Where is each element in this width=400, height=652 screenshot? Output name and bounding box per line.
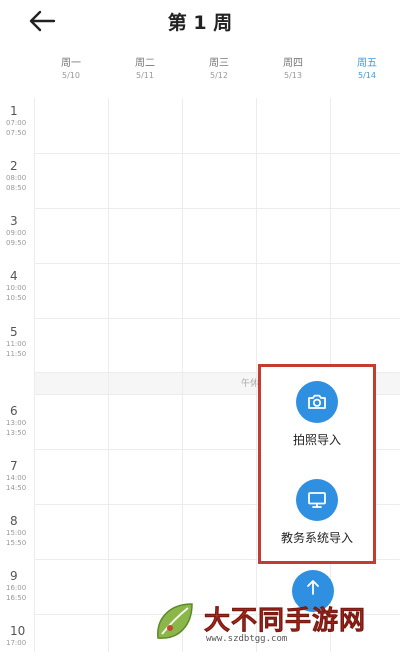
grid-divider — [34, 98, 35, 652]
header-bar: 第 1 周 — [0, 0, 400, 46]
site-watermark: 大不同手游网 www.szdbtgg.com — [148, 596, 398, 652]
period-end: 14:50 — [6, 484, 27, 492]
grid-divider — [34, 153, 400, 154]
photo-import-button[interactable] — [296, 381, 338, 423]
period-number: 5 — [10, 325, 18, 339]
period-number: 2 — [10, 159, 18, 173]
period-start: 17:00 — [6, 639, 27, 647]
photo-import-label: 拍照导入 — [292, 433, 341, 447]
day-name: 周四 — [283, 58, 303, 69]
period-end: 11:50 — [6, 350, 27, 358]
period-label: 5 11:00 11:50 — [4, 325, 34, 359]
period-start: 14:00 — [6, 474, 27, 482]
period-number: 6 — [10, 404, 18, 418]
period-label: 1 07:00 07:50 — [4, 104, 34, 138]
grid-divider — [182, 98, 183, 652]
day-date: 5/12 — [210, 71, 228, 80]
day-name: 周五 — [357, 58, 377, 69]
period-label: 9 16:00 16:50 — [4, 569, 34, 603]
watermark-text: 大不同手游网 — [204, 606, 367, 637]
period-end: 10:50 — [6, 294, 27, 302]
period-end: 08:50 — [6, 184, 27, 192]
grid-divider — [256, 98, 257, 652]
period-start: 15:00 — [6, 529, 27, 537]
period-label: 2 08:00 08:50 — [4, 159, 34, 193]
photo-import-option[interactable]: 拍照导入 — [261, 381, 373, 448]
monitor-icon — [308, 492, 326, 508]
period-label: 8 15:00 15:50 — [4, 514, 34, 548]
page-title: 第 1 周 — [167, 12, 233, 34]
day-date: 5/13 — [284, 71, 302, 80]
day-date: 5/10 — [62, 71, 80, 80]
period-end: 07:50 — [6, 129, 27, 137]
day-date: 5/14 — [358, 71, 376, 80]
period-label: 6 13:00 13:50 — [4, 404, 34, 438]
period-label: 4 10:00 10:50 — [4, 269, 34, 303]
period-number: 7 — [10, 459, 18, 473]
period-number: 3 — [10, 214, 18, 228]
import-menu-panel: 拍照导入 教务系统导入 — [258, 364, 376, 564]
period-start: 07:00 — [6, 119, 27, 127]
day-header-tue: 周二 5/11 — [108, 58, 182, 82]
day-name: 周一 — [61, 58, 81, 69]
grid-divider — [34, 208, 400, 209]
weekday-header: 周一 5/10 周二 5/11 周三 5/12 周四 5/13 周五 5/14 — [34, 58, 400, 94]
camera-icon — [308, 394, 326, 409]
period-end: 15:50 — [6, 539, 27, 547]
day-header-mon: 周一 5/10 — [34, 58, 108, 82]
grid-divider — [108, 98, 109, 652]
period-label: 10 17:00 — [4, 624, 34, 648]
day-header-fri: 周五 5/14 — [330, 58, 400, 82]
period-label: 3 09:00 09:50 — [4, 214, 34, 248]
leaf-logo-icon — [157, 603, 193, 639]
period-start: 13:00 — [6, 419, 27, 427]
period-start: 09:00 — [6, 229, 27, 237]
system-import-option[interactable]: 教务系统导入 — [261, 479, 373, 546]
period-start: 08:00 — [6, 174, 27, 182]
period-label: 7 14:00 14:50 — [4, 459, 34, 493]
day-name: 周二 — [135, 58, 155, 69]
period-end: 16:50 — [6, 594, 27, 602]
period-end: 13:50 — [6, 429, 27, 437]
day-name: 周三 — [209, 58, 229, 69]
day-date: 5/11 — [136, 71, 154, 80]
period-number: 9 — [10, 569, 18, 583]
day-header-thu: 周四 5/13 — [256, 58, 330, 82]
day-header-wed: 周三 5/12 — [182, 58, 256, 82]
period-start: 11:00 — [6, 340, 27, 348]
grid-divider — [34, 318, 400, 319]
period-end: 09:50 — [6, 239, 27, 247]
watermark-url: www.szdbtgg.com — [206, 634, 288, 644]
period-number: 1 — [10, 104, 18, 118]
system-import-label: 教务系统导入 — [280, 531, 353, 545]
system-import-button[interactable] — [296, 479, 338, 521]
period-start: 16:00 — [6, 584, 27, 592]
period-number: 10 — [10, 624, 26, 638]
grid-divider — [34, 263, 400, 264]
period-start: 10:00 — [6, 284, 27, 292]
period-number: 8 — [10, 514, 18, 528]
period-number: 4 — [10, 269, 18, 283]
